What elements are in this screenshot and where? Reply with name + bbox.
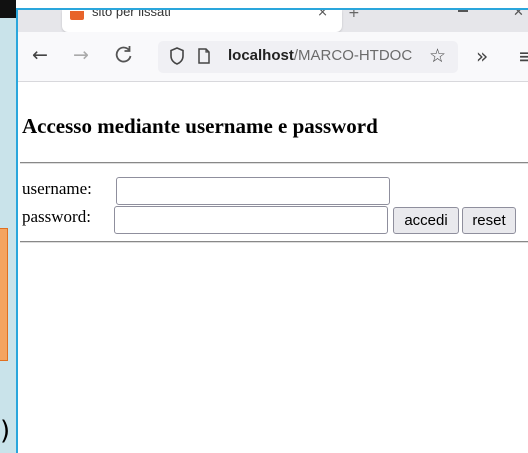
desktop-backdrop: )	[0, 0, 16, 453]
tab-close-icon[interactable]: ×	[317, 10, 328, 20]
minimize-icon[interactable]	[458, 10, 468, 12]
reset-button[interactable]: reset	[462, 207, 516, 234]
bookmark-star-icon[interactable]: ☆	[429, 45, 446, 67]
reload-icon-svg	[115, 46, 132, 63]
backdrop-topbar	[0, 0, 16, 18]
backdrop-orange-panel	[0, 228, 8, 361]
backdrop-glyph: )	[0, 416, 11, 446]
url-text[interactable]: localhost/MARCO-HTDOC	[228, 47, 418, 64]
password-input[interactable]	[114, 206, 388, 234]
page-info-icon[interactable]	[198, 48, 210, 64]
address-bar[interactable]: localhost/MARCO-HTDOC ☆	[158, 41, 458, 73]
new-tab-icon[interactable]: +	[348, 10, 360, 21]
tab-title: sito per iissati	[92, 8, 171, 19]
page-title: Accesso mediante username e password	[22, 114, 378, 138]
hamburger-menu-icon[interactable]: ≡	[518, 44, 528, 68]
page-content: Accesso mediante username e password use…	[18, 83, 528, 453]
favicon-icon	[70, 11, 84, 20]
back-arrow-icon[interactable]: ←	[32, 46, 48, 65]
overflow-chevron-icon[interactable]: »	[476, 44, 488, 68]
username-label: username:	[22, 179, 92, 198]
divider-top	[20, 162, 528, 164]
shield-icon[interactable]	[170, 47, 184, 65]
reload-icon[interactable]	[114, 44, 134, 67]
navigation-toolbar: ← → localhost/MARCO-HTDOC ☆ » ≡	[18, 32, 528, 82]
login-button[interactable]: accedi	[393, 207, 459, 234]
window-close-icon[interactable]: ✕	[513, 10, 524, 20]
url-path: /MARCO-HTDOC	[293, 47, 413, 64]
forward-arrow-icon[interactable]: →	[73, 46, 89, 65]
url-host: localhost	[228, 47, 294, 64]
password-label: password:	[22, 207, 91, 226]
browser-window: sito per iissati × + ✕ ← → localhost/MAR…	[16, 8, 528, 453]
tab-active[interactable]: sito per iissati ×	[62, 10, 342, 32]
divider-bottom	[20, 241, 528, 243]
username-input[interactable]	[116, 177, 390, 205]
tab-strip: sito per iissati × + ✕	[18, 10, 528, 32]
